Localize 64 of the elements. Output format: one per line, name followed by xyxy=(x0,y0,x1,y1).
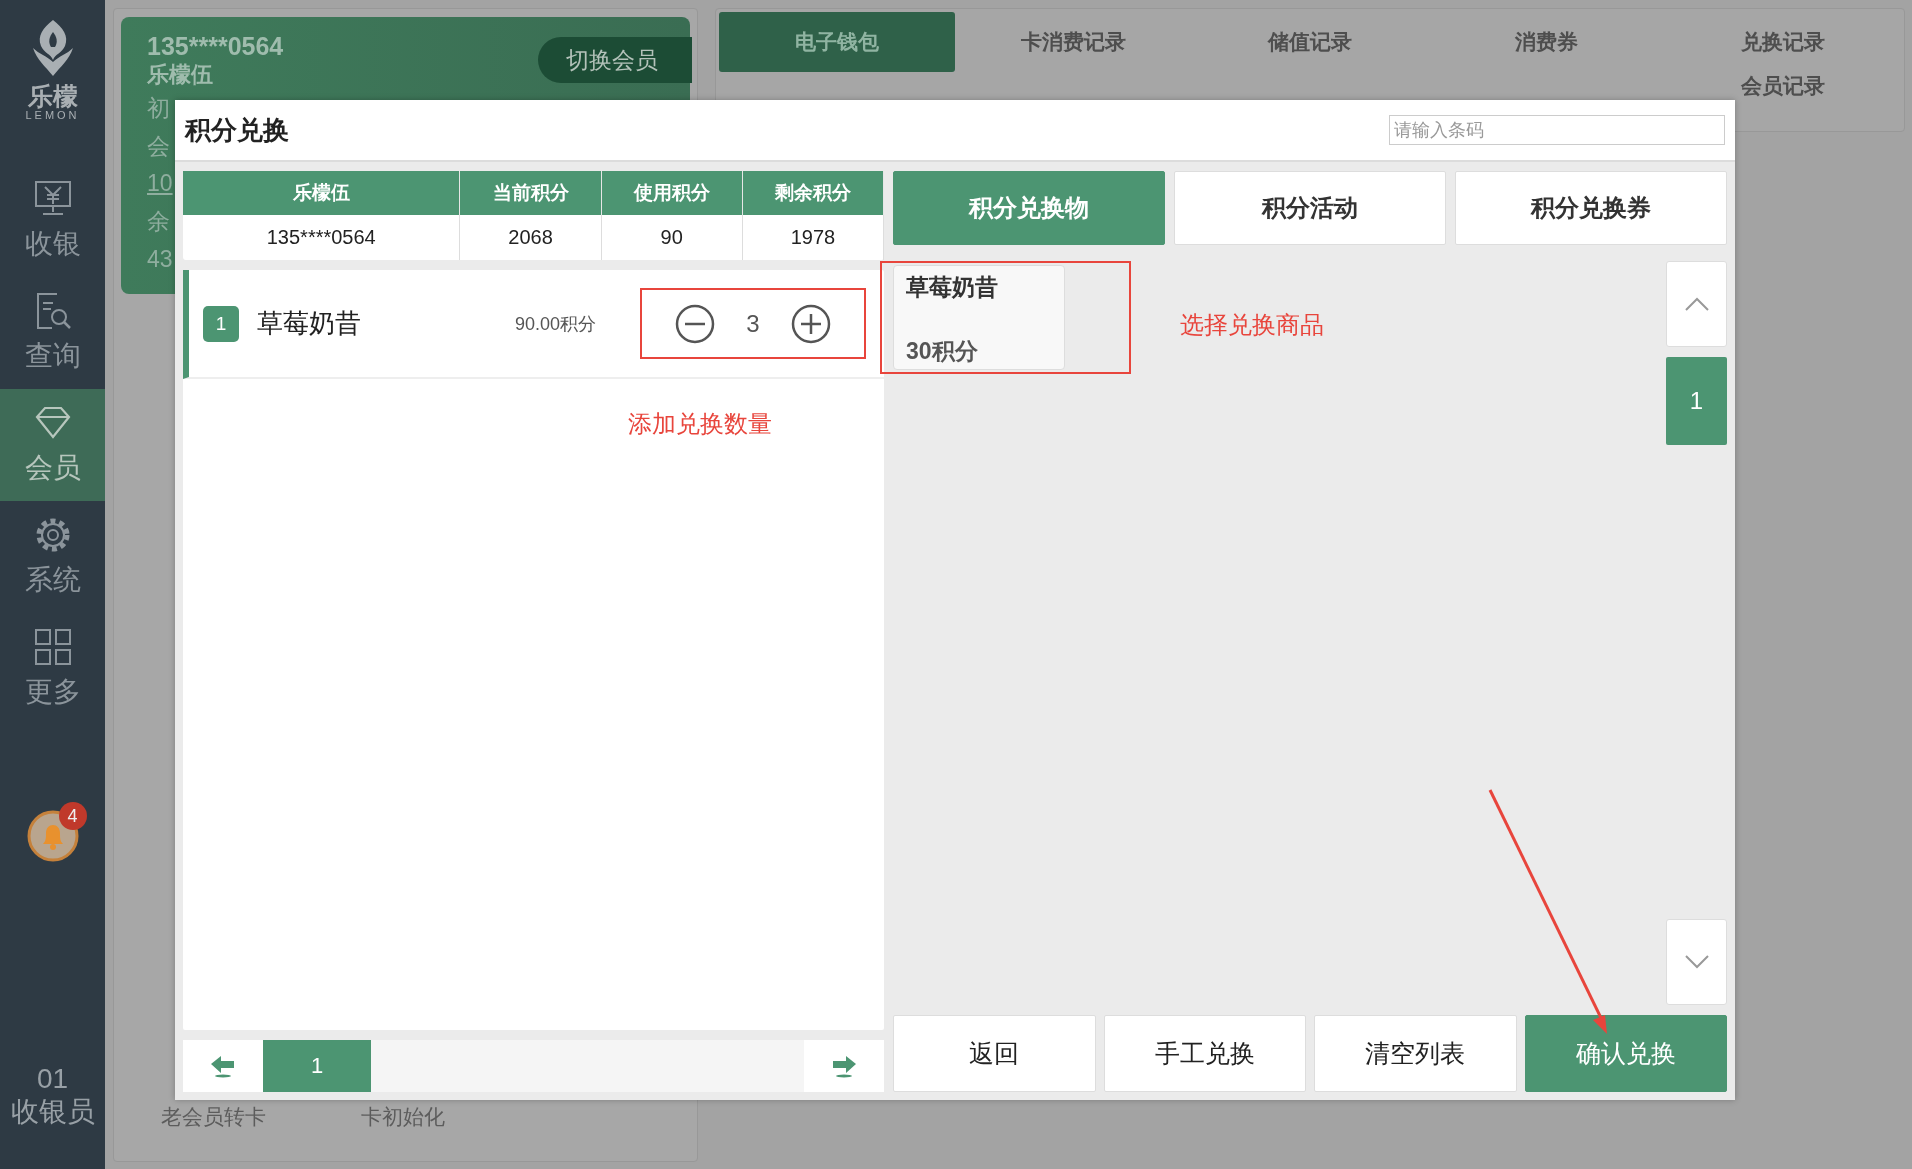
chevron-up-icon xyxy=(1683,296,1710,312)
item-row[interactable]: 1 草莓奶昔 90.00积分 3 xyxy=(183,270,884,379)
modal-title: 积分兑换 xyxy=(185,113,289,147)
member-name: 乐檬伍 xyxy=(147,61,213,89)
table-cell: 135****0564 xyxy=(183,215,460,260)
page-number[interactable]: 1 xyxy=(263,1040,371,1092)
record-tab[interactable]: 储值记录 xyxy=(1191,12,1429,72)
member-info-text: 10 xyxy=(147,169,173,199)
table-header-cell: 剩余积分 xyxy=(742,171,884,215)
sidebar-item[interactable]: 会员 xyxy=(0,389,105,501)
table-cell: 1978 xyxy=(742,215,884,260)
plus-icon[interactable] xyxy=(791,303,831,344)
notification-badge: 4 xyxy=(58,802,87,830)
record-tab[interactable]: 会员记录 xyxy=(1664,72,1901,106)
annotation-text: 选择兑换商品 xyxy=(1180,310,1324,340)
table-cell: 90 xyxy=(601,215,743,260)
page-number[interactable]: 1 xyxy=(1666,357,1727,445)
action-link[interactable]: 卡初始化 xyxy=(361,1103,445,1131)
sidebar-item[interactable]: 系统 xyxy=(0,501,105,613)
grid-icon xyxy=(32,627,73,667)
item-points: 90.00积分 xyxy=(515,312,598,336)
record-tab[interactable]: 卡消费记录 xyxy=(955,12,1192,72)
sidebar-item[interactable]: 更多 xyxy=(0,613,105,725)
exchange-tab[interactable]: 积分兑换券 xyxy=(1455,171,1727,245)
record-tab[interactable]: 兑换记录 xyxy=(1664,12,1901,72)
previous-page-button[interactable] xyxy=(183,1040,263,1092)
sidebar-item[interactable]: 收银 xyxy=(0,165,105,277)
table-header-cell: 乐檬伍 xyxy=(183,171,460,215)
action-button[interactable]: 确认兑换 xyxy=(1524,1015,1727,1092)
search-field[interactable]: 请输入条码 xyxy=(1389,115,1725,145)
minus-icon[interactable] xyxy=(675,303,715,344)
product-card[interactable]: 草莓奶昔 30积分 xyxy=(893,265,1065,370)
exchange-tab[interactable]: 积分兑换物 xyxy=(893,171,1165,245)
member-phone: 135****0564 xyxy=(147,31,284,61)
right-arrow-icon xyxy=(831,1054,857,1078)
sidebar-item[interactable]: 查询 xyxy=(0,277,105,389)
product-points: 30积分 xyxy=(906,337,979,366)
member-info-text: 余 xyxy=(147,207,170,237)
logo-text: 乐檬 xyxy=(27,84,78,109)
next-page-button[interactable] xyxy=(804,1040,884,1092)
left-arrow-icon xyxy=(210,1054,236,1078)
action-link[interactable]: 老会员转卡 xyxy=(161,1103,266,1131)
logo-tagline: LEMON xyxy=(25,109,80,121)
exchange-tab[interactable]: 积分活动 xyxy=(1174,171,1446,245)
table-cell: 2068 xyxy=(459,215,602,260)
table-header-cell: 当前积分 xyxy=(459,171,602,215)
operator-id: 01 xyxy=(36,1061,69,1096)
quantity-value: 3 xyxy=(745,309,761,338)
action-button[interactable]: 手工兑换 xyxy=(1103,1015,1306,1092)
action-button[interactable]: 清空列表 xyxy=(1314,1015,1517,1092)
member-info-text: 初 xyxy=(147,93,170,123)
operator-role: 收银员 xyxy=(10,1095,95,1129)
member-info-text: 43 xyxy=(147,245,173,275)
annotation-text: 添加兑换数量 xyxy=(628,409,772,439)
record-tab[interactable]: 电子钱包 xyxy=(719,12,956,72)
chevron-down-icon xyxy=(1683,954,1710,970)
table-header-cell: 使用积分 xyxy=(601,171,743,215)
action-button[interactable]: 返回 xyxy=(893,1015,1096,1092)
switch-member-button[interactable]: 切换会员 xyxy=(538,37,692,83)
item-name: 草莓奶昔 xyxy=(257,307,362,340)
member-info-text: 会 xyxy=(147,131,170,161)
record-tab[interactable]: 消费券 xyxy=(1428,12,1665,72)
product-name: 草莓奶昔 xyxy=(906,273,999,302)
index-badge: 1 xyxy=(203,305,239,342)
